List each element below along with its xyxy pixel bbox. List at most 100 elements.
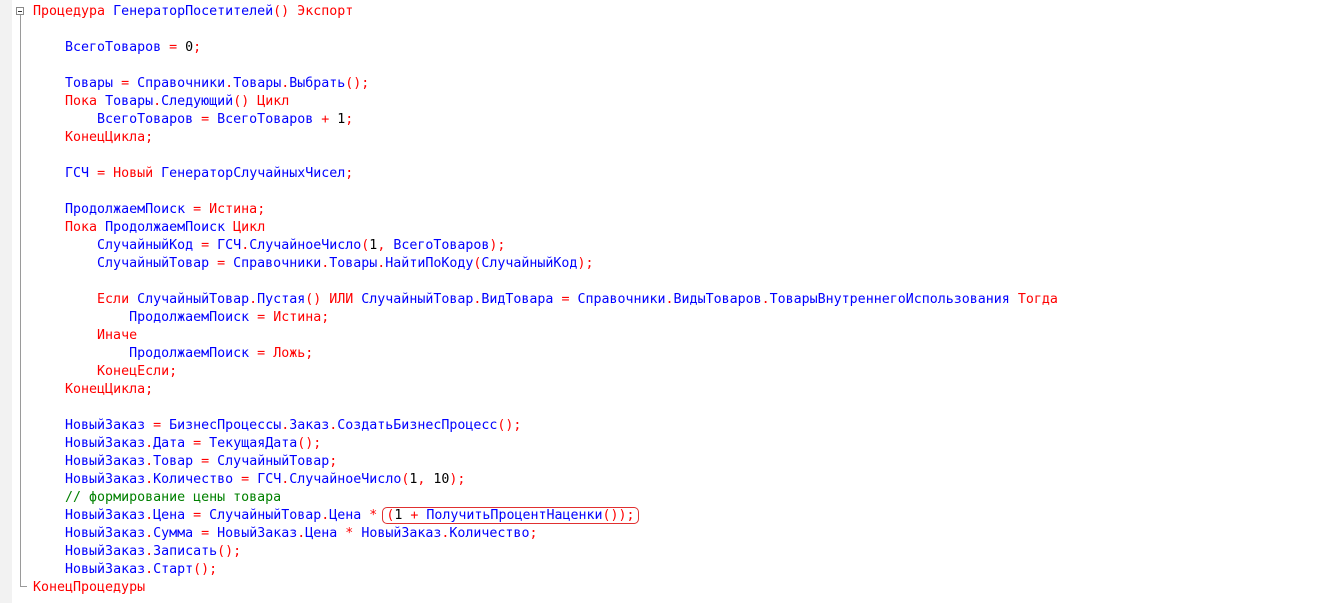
- code-editor[interactable]: Процедура ГенераторПосетителей() Экспорт…: [33, 3, 1058, 597]
- code-token: КонецЕсли: [97, 364, 170, 379]
- code-token: *: [337, 526, 362, 541]
- code-token: ТекущаяДата: [209, 436, 298, 451]
- code-line[interactable]: НовыйЗаказ = БизнесПроцессы.Заказ.Создат…: [33, 417, 1058, 435]
- code-line[interactable]: Процедура ГенераторПосетителей() Экспорт: [33, 3, 1058, 21]
- code-token: =: [161, 40, 186, 55]
- code-line[interactable]: КонецПроцедуры: [33, 579, 1058, 597]
- code-line[interactable]: [33, 147, 1058, 165]
- code-token: Цикл: [233, 220, 266, 235]
- code-token: ГенераторСлучайныхЧисел: [161, 166, 346, 181]
- code-token: (): [273, 4, 298, 19]
- code-token: Сумма: [153, 526, 194, 541]
- code-line[interactable]: ГСЧ = Новый ГенераторСлучайныхЧисел;: [33, 165, 1058, 183]
- code-token: Количество: [153, 472, 234, 487]
- code-token: СлучайныйКод: [97, 238, 194, 253]
- code-token: ,: [417, 472, 434, 487]
- code-line[interactable]: НовыйЗаказ.Цена = СлучайныйТовар.Цена * …: [33, 507, 1058, 525]
- code-token: НовыйЗаказ: [65, 526, 146, 541]
- code-token: ;: [257, 202, 266, 217]
- code-token: Пока: [65, 94, 106, 109]
- code-token: ГенераторПосетителей: [113, 4, 274, 19]
- code-line[interactable]: Пока Товары.Следующий() Цикл: [33, 93, 1058, 111]
- code-line[interactable]: [33, 57, 1058, 75]
- code-token: Заказ: [289, 418, 330, 433]
- code-line[interactable]: Товары = Справочники.Товары.Выбрать();: [33, 75, 1058, 93]
- code-token: ();: [193, 562, 218, 577]
- code-token: .: [145, 472, 154, 487]
- code-line[interactable]: НовыйЗаказ.Сумма = НовыйЗаказ.Цена * Нов…: [33, 525, 1058, 543]
- code-token: Выбрать: [289, 76, 346, 91]
- code-token: НовыйЗаказ: [361, 526, 442, 541]
- code-token: (): [233, 94, 258, 109]
- code-token: Товары: [233, 76, 282, 91]
- code-token: НовыйЗаказ: [65, 472, 146, 487]
- code-line[interactable]: ПродолжаемПоиск = Истина;: [33, 201, 1058, 219]
- code-token: ГСЧ: [65, 166, 90, 181]
- code-line[interactable]: [33, 273, 1058, 291]
- code-line[interactable]: НовыйЗаказ.Старт();: [33, 561, 1058, 579]
- code-line[interactable]: КонецЦикла;: [33, 129, 1058, 147]
- code-token: ВидТовара: [481, 292, 554, 307]
- code-token: Иначе: [97, 328, 138, 343]
- code-token: .: [153, 94, 162, 109]
- code-line[interactable]: НовыйЗаказ.Товар = СлучайныйТовар;: [33, 453, 1058, 471]
- code-line[interactable]: НовыйЗаказ.Записать();: [33, 543, 1058, 561]
- code-line[interactable]: КонецЕсли;: [33, 363, 1058, 381]
- code-token: Экспорт: [297, 4, 354, 19]
- code-token: );: [449, 472, 466, 487]
- code-token: СлучайныйТовар: [361, 292, 474, 307]
- code-line[interactable]: ПродолжаемПоиск = Истина;: [33, 309, 1058, 327]
- code-token: =: [553, 292, 578, 307]
- code-token: Если: [97, 292, 138, 307]
- code-token: Количество: [449, 526, 530, 541]
- code-token: СлучайныйТовар: [217, 454, 330, 469]
- code-token: СлучайныйТовар: [97, 256, 210, 271]
- code-token: ГСЧ: [257, 472, 282, 487]
- code-token: ПродолжаемПоиск: [129, 310, 250, 325]
- code-line[interactable]: Если СлучайныйТовар.Пустая() ИЛИ Случайн…: [33, 291, 1058, 309]
- code-token: Записать: [153, 544, 218, 559]
- code-line[interactable]: ПродолжаемПоиск = Ложь;: [33, 345, 1058, 363]
- code-token: КонецЦикла: [65, 382, 146, 397]
- code-token: ИЛИ: [329, 292, 362, 307]
- code-token: Справочники: [577, 292, 666, 307]
- code-token: ;: [345, 166, 354, 181]
- code-token: СлучайноеЧисло: [249, 238, 362, 253]
- code-token: .: [145, 562, 154, 577]
- code-token: ();: [345, 76, 370, 91]
- code-token: НайтиПоКоду: [385, 256, 474, 271]
- code-token: .: [145, 544, 154, 559]
- code-token: ;: [345, 112, 354, 127]
- code-line[interactable]: КонецЦикла;: [33, 381, 1058, 399]
- code-token: ПродолжаемПоиск: [105, 220, 226, 235]
- code-line[interactable]: СлучайныйКод = ГСЧ.СлучайноеЧисло(1, Все…: [33, 237, 1058, 255]
- code-line[interactable]: ВсегоТоваров = 0;: [33, 39, 1058, 57]
- code-token: СлучайноеЧисло: [289, 472, 402, 487]
- code-line[interactable]: НовыйЗаказ.Количество = ГСЧ.СлучайноеЧис…: [33, 471, 1058, 489]
- fold-outline-line: [20, 11, 21, 586]
- code-line[interactable]: [33, 183, 1058, 201]
- code-line[interactable]: Иначе: [33, 327, 1058, 345]
- code-line[interactable]: ВсегоТоваров = ВсегоТоваров + 1;: [33, 111, 1058, 129]
- code-line[interactable]: СлучайныйТовар = Справочники.Товары.Найт…: [33, 255, 1058, 273]
- code-line[interactable]: НовыйЗаказ.Дата = ТекущаяДата();: [33, 435, 1058, 453]
- code-token: Дата: [153, 436, 186, 451]
- code-line[interactable]: [33, 399, 1058, 417]
- code-token: ;: [305, 346, 314, 361]
- code-token: ВсегоТоваров: [217, 112, 314, 127]
- code-line[interactable]: Пока ПродолжаемПоиск Цикл: [33, 219, 1058, 237]
- collapse-procedure-icon[interactable]: [16, 7, 24, 15]
- code-token: НовыйЗаказ: [65, 508, 146, 523]
- code-line[interactable]: // формирование цены товара: [33, 489, 1058, 507]
- code-line[interactable]: [33, 21, 1058, 39]
